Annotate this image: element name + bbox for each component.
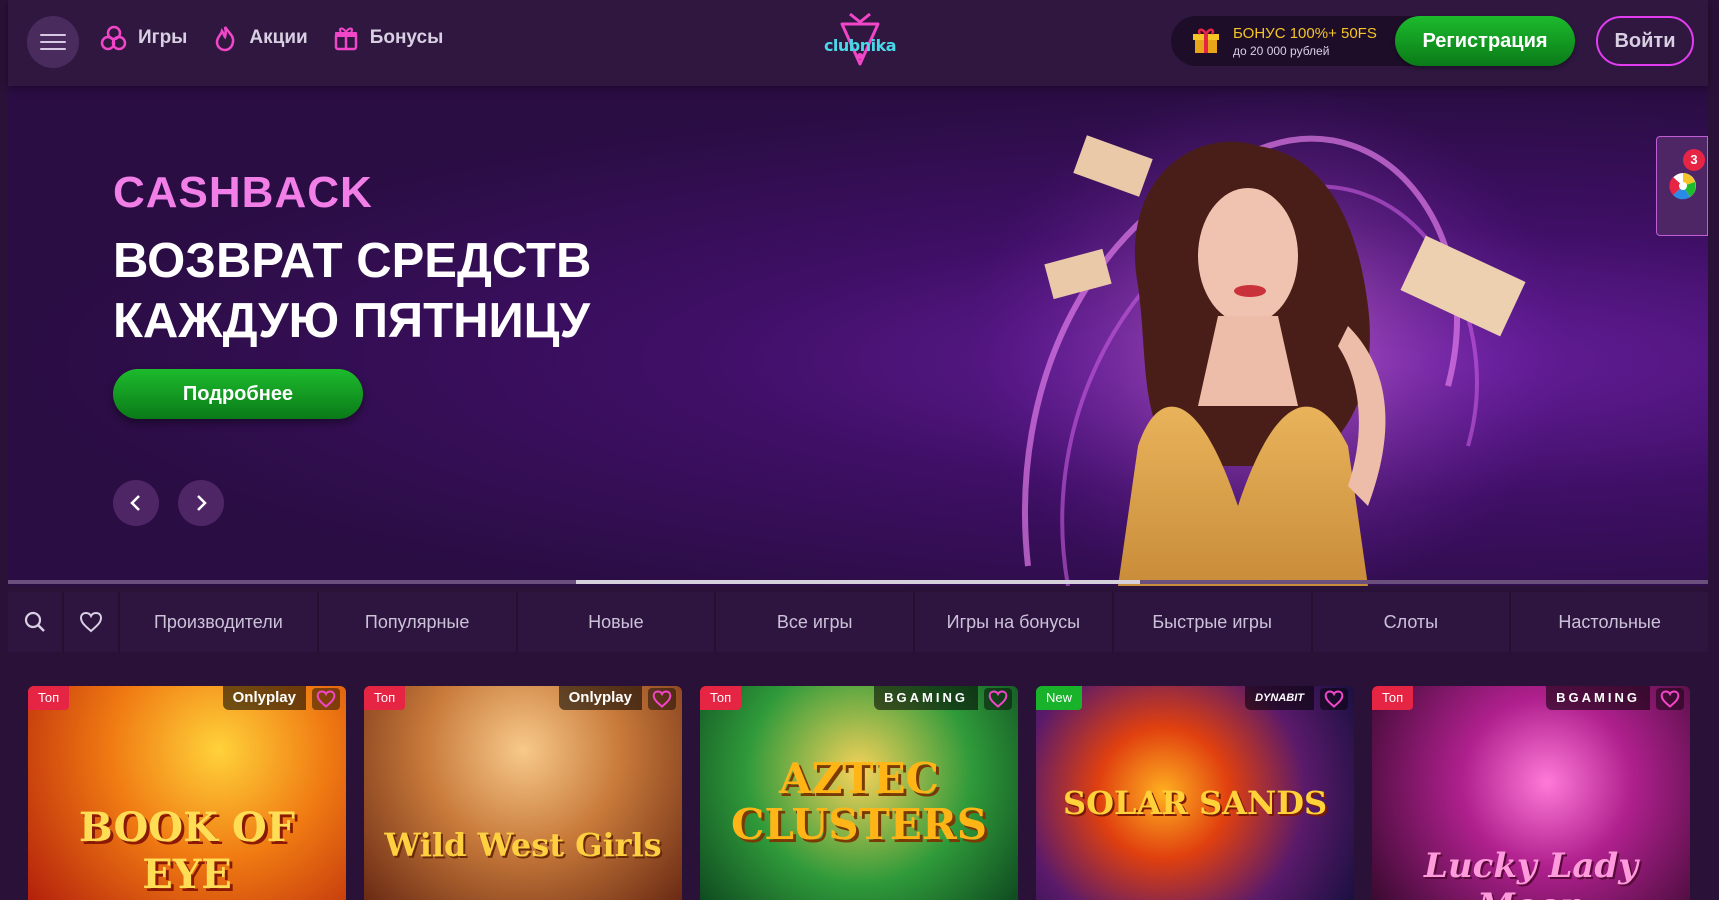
search-icon [24,611,45,632]
hero-model-illustration [968,86,1568,586]
notification-badge: 3 [1683,149,1705,171]
search-button[interactable] [8,592,64,652]
gift-icon [334,27,357,51]
nav-item-label: Игры [138,27,188,48]
game-card[interactable]: BOOK OF EYE Топ Onlyplay [28,686,346,900]
nav-item-label: Бонусы [369,27,444,48]
game-card[interactable]: SOLAR SANDS New DYNABIT [1036,686,1354,900]
game-title: Wild West Girls [384,826,662,864]
favorites-button[interactable] [64,592,120,652]
tab-all-games[interactable]: Все игры [716,592,915,652]
game-provider: Onlyplay [222,686,306,710]
game-title: SOLAR SANDS [1062,784,1328,822]
more-details-button[interactable]: Подробнее [113,369,363,419]
nav-item-bonuses[interactable]: Бонусы [332,24,444,52]
heart-icon [316,690,336,708]
game-tag: Топ [28,686,70,710]
menu-button[interactable] [27,16,79,68]
main-nav: Игры Акции Бонусы [100,24,443,52]
menu-icon-line [40,48,66,50]
game-provider: BGAMING [874,686,978,710]
add-favorite-button[interactable] [1656,688,1684,710]
site-logo[interactable]: clubnika [820,8,900,72]
hero-banner[interactable]: CASHBACK ВОЗВРАТ СРЕДСТВ КАЖДУЮ ПЯТНИЦУ … [8,86,1708,586]
login-button[interactable]: Войти [1596,16,1694,66]
add-favorite-button[interactable] [984,688,1012,710]
fortune-wheel-icon [1669,173,1696,200]
top-header: Игры Акции Бонусы clubnika БОНУС 100%+ 5… [8,0,1708,86]
chevron-right-icon [197,495,207,511]
flame-icon [216,26,235,52]
hero-kicker: CASHBACK [113,168,373,217]
tab-new[interactable]: Новые [518,592,717,652]
tab-fast-games[interactable]: Быстрые игры [1114,592,1313,652]
game-tag: Топ [364,686,406,710]
game-provider: Onlyplay [558,686,642,710]
game-grid: BOOK OF EYE Топ Onlyplay Wild West Girls… [28,686,1690,900]
nav-item-promotions[interactable]: Акции [211,24,308,52]
chevron-left-icon [130,495,140,511]
game-card[interactable]: Wild West Girls Топ Onlyplay [364,686,682,900]
add-favorite-button[interactable] [312,688,340,710]
gift-box-icon [1193,28,1219,53]
game-category-bar: Производители Популярные Новые Все игры … [8,592,1708,652]
bonus-title: БОНУС 100%+ 50FS [1233,25,1377,42]
heart-icon [1324,690,1344,708]
heart-icon [988,690,1008,708]
game-tag: Топ [1372,686,1414,710]
game-provider: DYNABIT [1245,686,1314,710]
tab-providers[interactable]: Производители [120,592,319,652]
bonus-subtitle: до 20 000 рублей [1233,44,1330,58]
add-favorite-button[interactable] [648,688,676,710]
nav-item-label: Акции [249,27,308,48]
heart-icon [79,611,103,633]
game-tag: Топ [700,686,742,710]
nav-item-games[interactable]: Игры [100,24,187,52]
cherries-icon [100,25,127,51]
tab-table-games[interactable]: Настольные [1511,592,1708,652]
game-card[interactable]: AZTEC CLUSTERS Топ BGAMING [700,686,1018,900]
menu-icon-line [40,34,66,36]
game-tag: New [1036,686,1083,710]
game-card[interactable]: Lucky Lady Moon Топ BGAMING [1372,686,1690,900]
game-title: Lucky Lady Moon [1424,846,1638,900]
game-provider: BGAMING [1546,686,1650,710]
game-title: BOOK OF EYE [78,804,296,898]
add-favorite-button[interactable] [1320,688,1348,710]
heart-icon [652,690,672,708]
register-button[interactable]: Регистрация [1395,16,1575,66]
fortune-wheel-widget[interactable]: 3 [1656,136,1708,236]
hero-headline: ВОЗВРАТ СРЕДСТВ КАЖДУЮ ПЯТНИЦУ [113,234,592,348]
game-title: AZTEC CLUSTERS [730,754,988,849]
logo-text: clubnika [823,36,897,55]
slider-progress-indicator [576,580,1140,584]
prev-slide-button[interactable] [113,480,159,526]
tab-slots[interactable]: Слоты [1313,592,1512,652]
tab-bonus-games[interactable]: Игры на бонусы [915,592,1114,652]
menu-icon-line [40,41,66,43]
heart-icon [1660,690,1680,708]
next-slide-button[interactable] [178,480,224,526]
tab-popular[interactable]: Популярные [319,592,518,652]
game-thumbnail [364,686,682,900]
